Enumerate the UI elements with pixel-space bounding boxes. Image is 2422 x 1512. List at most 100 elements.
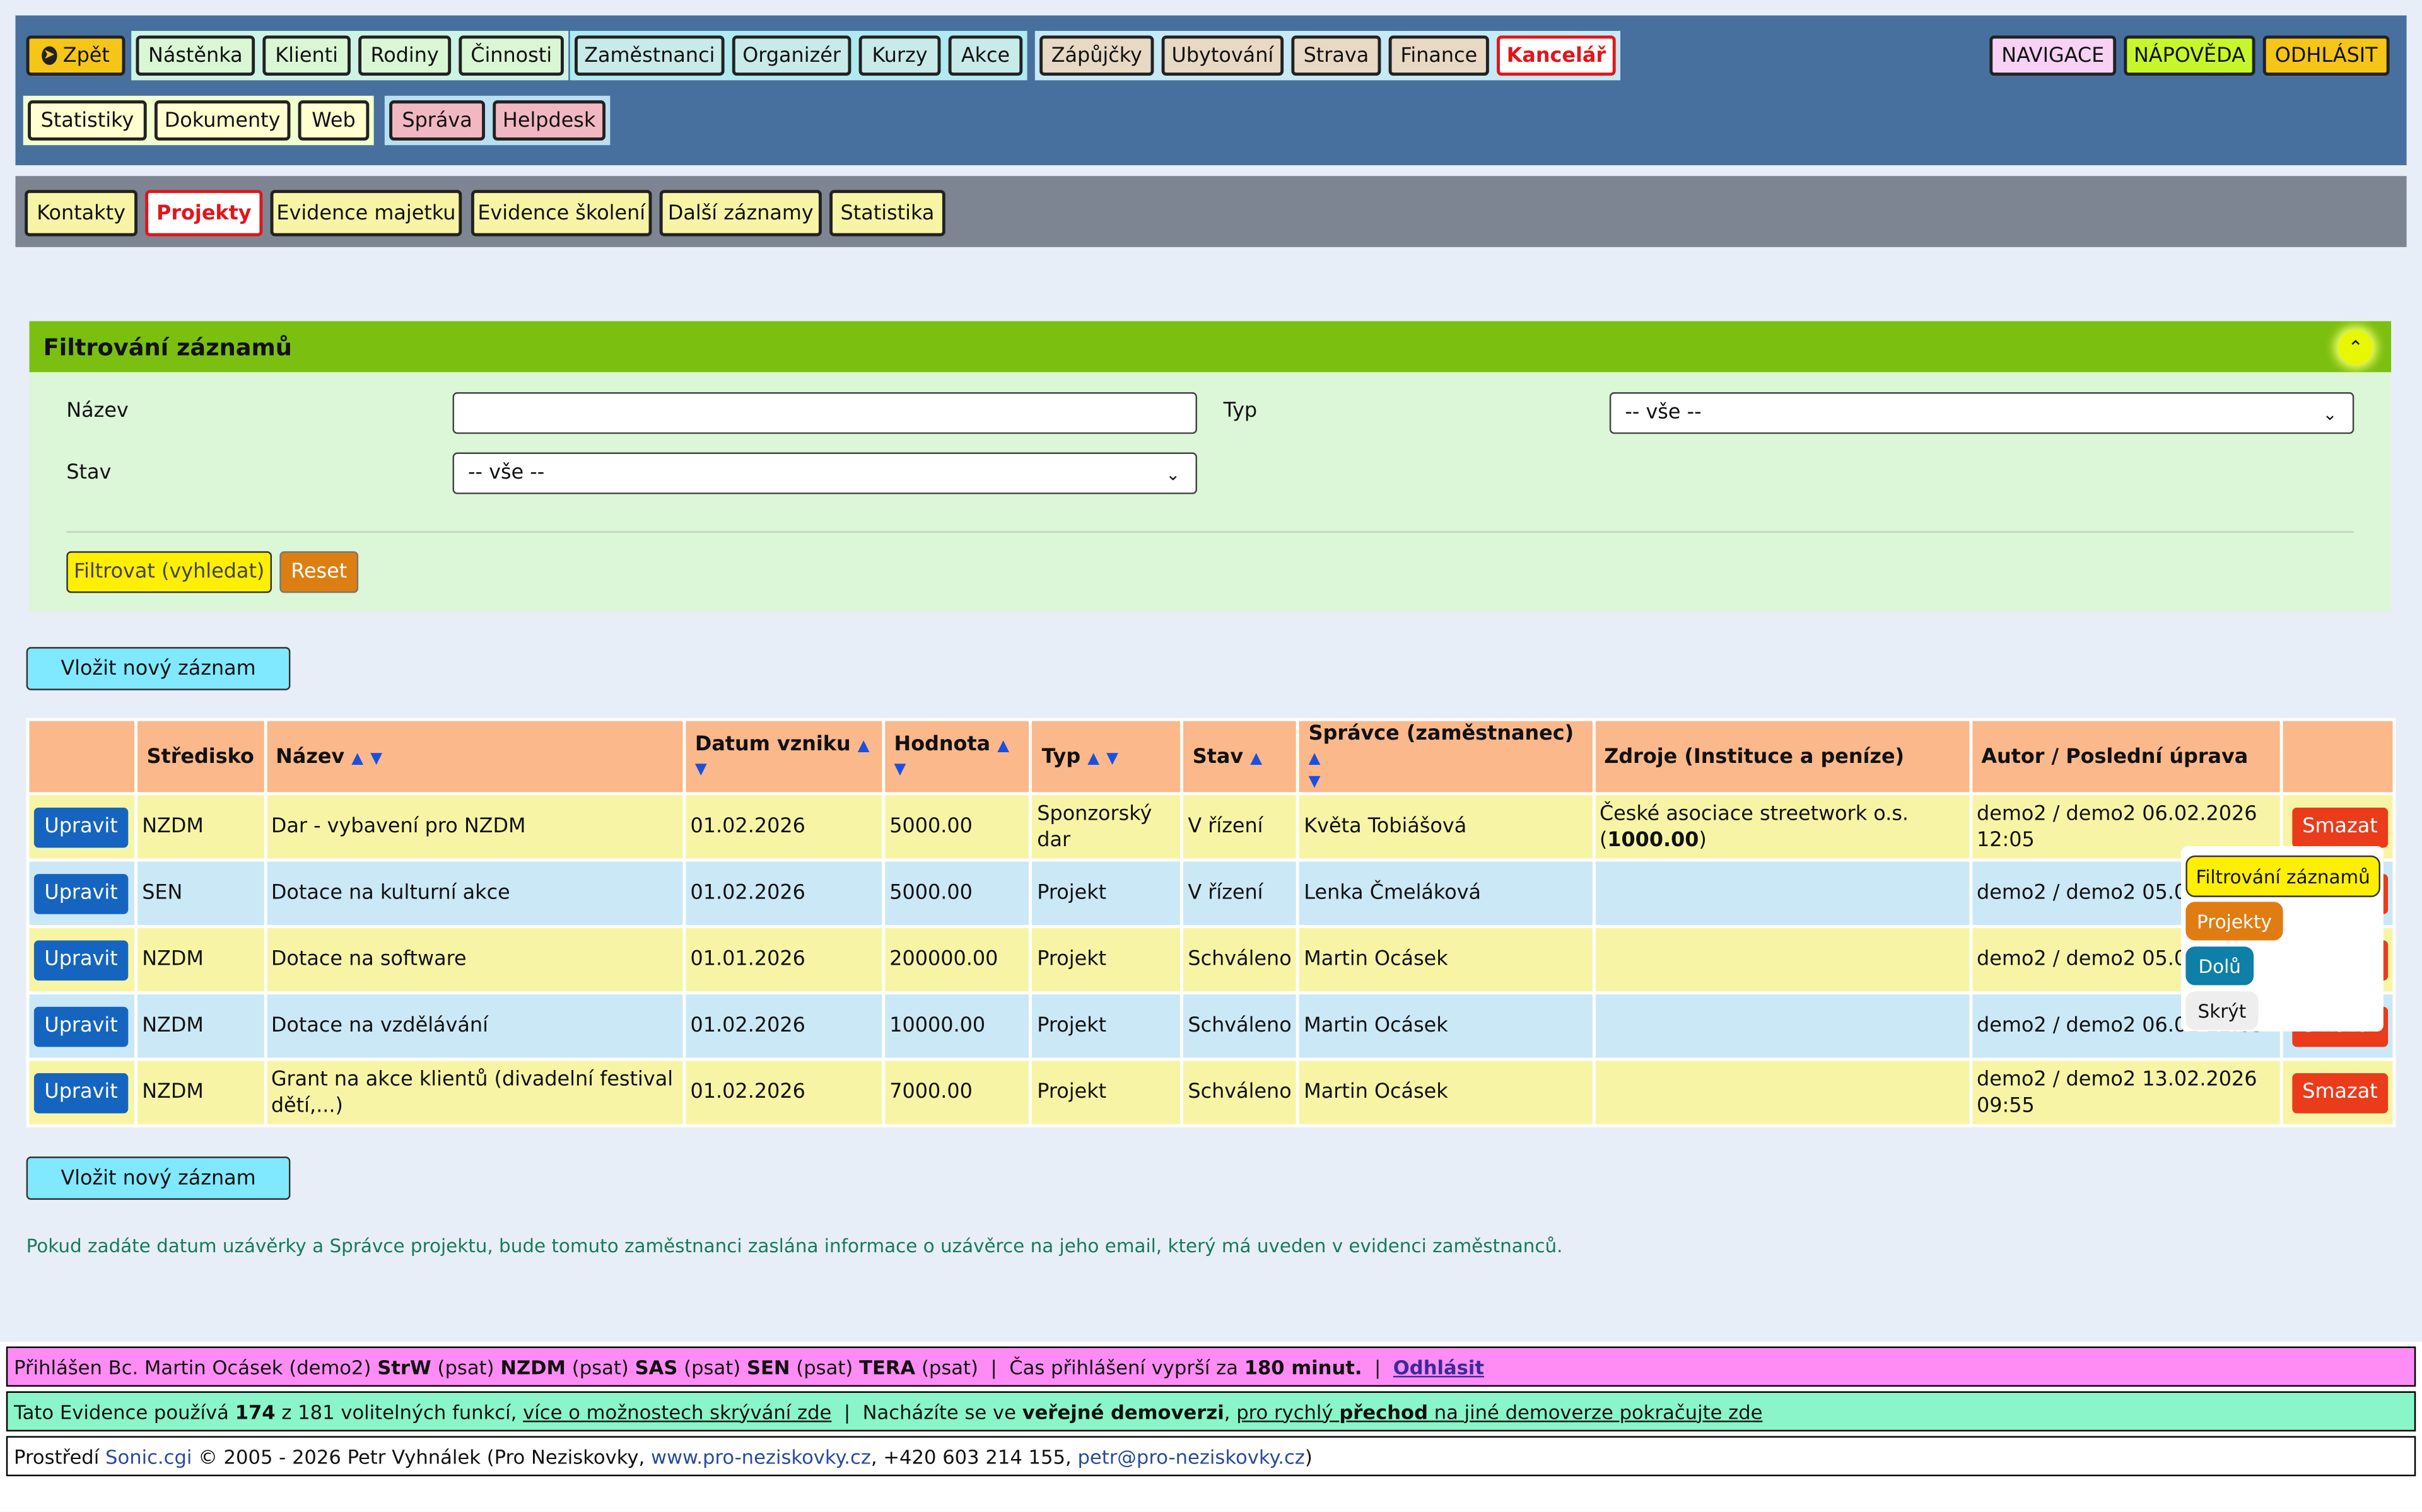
sort-desc-icon[interactable]: ▼	[1106, 750, 1118, 767]
back-button[interactable]: ➤ Zpět	[26, 35, 126, 76]
delete-button[interactable]: Smazat	[2292, 1072, 2388, 1113]
edit-button[interactable]: Upravit	[33, 1072, 129, 1113]
cell-author: demo2 / demo2 13.02.2026 09:55	[1969, 1057, 2283, 1127]
cell-center: NZDM	[134, 1057, 267, 1127]
nav-helpdesk[interactable]: Helpdesk	[493, 100, 606, 141]
col-state[interactable]: Stav ▲	[1180, 718, 1299, 796]
sort-asc-icon[interactable]: ▲	[1250, 750, 1262, 767]
table-row: Upravit SEN Dotace na kulturní akce 01.02.2…	[26, 858, 2396, 928]
table-header-row: Středisko Název ▲ ▼ Datum vzniku ▲ ▼ Hodn…	[26, 718, 2396, 796]
nav-zapujcky[interactable]: Zápůjčky	[1039, 35, 1154, 76]
cell-state: V řízení	[1180, 792, 1299, 862]
features-bar: Tato Evidence používá 174 z 181 voliteln…	[6, 1391, 2416, 1432]
env-link[interactable]: Sonic.cgi	[105, 1445, 192, 1468]
cell-value: 7000.00	[881, 1057, 1033, 1127]
nav-web[interactable]: Web	[298, 100, 370, 141]
demo-switch-link[interactable]: pro rychlý přechod na jiné demoverze pok…	[1236, 1400, 1762, 1423]
tab-evidence-skoleni[interactable]: Evidence školení	[471, 190, 652, 236]
insert-new-button-top[interactable]: Vložit nový záznam	[26, 647, 291, 690]
logout-link[interactable]: Odhlásit	[1393, 1355, 1484, 1378]
tab-projekty[interactable]: Projekty	[145, 190, 263, 236]
cell-center: SEN	[134, 858, 267, 928]
tab-dalsi-zaznamy[interactable]: Další záznamy	[659, 190, 822, 236]
cell-date: 01.02.2026	[682, 1057, 885, 1127]
tab-kontakty[interactable]: Kontakty	[25, 190, 137, 236]
col-type[interactable]: Typ ▲ ▼	[1029, 718, 1184, 796]
nav-cinnosti[interactable]: Činnosti	[459, 35, 564, 76]
nav-rodiny[interactable]: Rodiny	[358, 35, 452, 76]
col-date[interactable]: Datum vzniku ▲ ▼	[682, 718, 885, 796]
col-delete	[2279, 718, 2396, 796]
filter-submit-button[interactable]: Filtrovat (vyhledat)	[66, 551, 272, 593]
tab-evidence-majetku[interactable]: Evidence majetku	[270, 190, 462, 236]
col-author: Autor / Poslední úprava	[1969, 718, 2283, 796]
cell-manager: Květa Tobiášová	[1296, 792, 1595, 862]
name-label: Název	[66, 400, 129, 424]
col-name[interactable]: Název ▲ ▼	[263, 718, 686, 796]
edit-cell: Upravit	[26, 792, 137, 862]
edit-button[interactable]: Upravit	[33, 873, 129, 914]
cell-source	[1591, 1057, 1972, 1127]
filter-reset-button[interactable]: Reset	[279, 551, 359, 593]
projects-table: Středisko Název ▲ ▼ Datum vzniku ▲ ▼ Hodn…	[26, 718, 2396, 1127]
nav-kancelar[interactable]: Kancelář	[1497, 35, 1616, 76]
name-input[interactable]	[452, 392, 1197, 434]
edit-button[interactable]: Upravit	[33, 806, 129, 847]
edit-cell: Upravit	[26, 1057, 137, 1127]
nav-akce[interactable]: Akce	[948, 35, 1023, 76]
nav-group-clients: Nástěnka Klienti Rodiny Činnosti	[131, 30, 569, 81]
sort-asc-icon[interactable]: ▲	[1309, 750, 1321, 767]
sort-asc-icon[interactable]: ▲	[997, 738, 1009, 755]
chevron-down-icon: ⌄	[1166, 465, 1181, 485]
tab-statistika[interactable]: Statistika	[829, 190, 945, 236]
cell-date: 01.02.2026	[682, 792, 885, 862]
cell-source: České asociace streetwork o.s. (1000.00)	[1591, 792, 1972, 862]
sub-navigation: Kontakty Projekty Evidence majetku Evide…	[15, 176, 2407, 247]
insert-new-button-bottom[interactable]: Vložit nový záznam	[26, 1156, 291, 1200]
sort-asc-icon[interactable]: ▲	[1087, 750, 1099, 767]
email-link[interactable]: petr@pro-neziskovky.cz	[1077, 1445, 1304, 1468]
odhlasit-button[interactable]: ODHLÁSIT	[2262, 35, 2390, 76]
sort-desc-icon[interactable]: ▼	[1309, 773, 1321, 790]
nav-nastenka[interactable]: Nástěnka	[136, 35, 255, 76]
cell-type: Projekt	[1029, 1057, 1184, 1127]
sort-asc-icon[interactable]: ▲	[351, 750, 363, 767]
sort-desc-icon[interactable]: ▼	[894, 761, 906, 778]
state-select[interactable]: -- vše -- ⌄	[452, 452, 1197, 494]
table-row: Upravit NZDM Dar - vybavení pro NZDM 01.02.…	[26, 792, 2396, 862]
collapse-chevron-up-icon[interactable]: ⌃	[2338, 330, 2373, 364]
col-actions	[26, 718, 137, 796]
nav-dokumenty[interactable]: Dokumenty	[154, 100, 291, 141]
cell-state: Schváleno	[1180, 924, 1299, 995]
napoveda-button[interactable]: NÁPOVĚDA	[2124, 35, 2255, 76]
nav-ubytovani[interactable]: Ubytování	[1161, 35, 1284, 76]
edit-button[interactable]: Upravit	[33, 1006, 129, 1047]
nav-finance[interactable]: Finance	[1388, 35, 1489, 76]
nav-strava[interactable]: Strava	[1291, 35, 1381, 76]
float-projects-button[interactable]: Projekty	[2185, 902, 2283, 941]
col-center: Středisko	[134, 718, 267, 796]
state-label: Stav	[66, 462, 112, 485]
nav-group-docs: Statistiky Dokumenty Web	[23, 95, 374, 146]
nav-kurzy[interactable]: Kurzy	[858, 35, 941, 76]
nav-zamestnanci[interactable]: Zaměstnanci	[575, 35, 725, 76]
nav-statistiky[interactable]: Statistiky	[28, 100, 147, 141]
sort-asc-icon[interactable]: ▲	[858, 738, 870, 755]
nav-organizer[interactable]: Organizér	[732, 35, 851, 76]
sort-desc-icon[interactable]: ▼	[695, 761, 707, 778]
website-link[interactable]: www.pro-neziskovky.cz	[651, 1445, 871, 1468]
nav-group-office: Zápůjčky Ubytování Strava Finance Kancel…	[1034, 30, 1621, 81]
features-link[interactable]: více o možnostech skrývání zde	[523, 1400, 831, 1423]
col-manager[interactable]: Správce (zaměstnanec) ▲ ▼	[1296, 718, 1595, 796]
float-filter-button[interactable]: Filtrování záznamů	[2185, 855, 2380, 897]
sort-desc-icon[interactable]: ▼	[370, 750, 382, 767]
nav-klienti[interactable]: Klienti	[262, 35, 351, 76]
type-select[interactable]: -- vše -- ⌄	[1609, 392, 2355, 434]
nav-sprava[interactable]: Správa	[389, 100, 485, 141]
float-down-button[interactable]: Dolů	[2185, 946, 2254, 986]
float-hide-button[interactable]: Skrýt	[2185, 991, 2259, 1030]
navigace-button[interactable]: NAVIGACE	[1989, 35, 2117, 76]
delete-button[interactable]: Smazat	[2292, 806, 2388, 847]
edit-button[interactable]: Upravit	[33, 939, 129, 980]
col-value[interactable]: Hodnota ▲ ▼	[881, 718, 1033, 796]
